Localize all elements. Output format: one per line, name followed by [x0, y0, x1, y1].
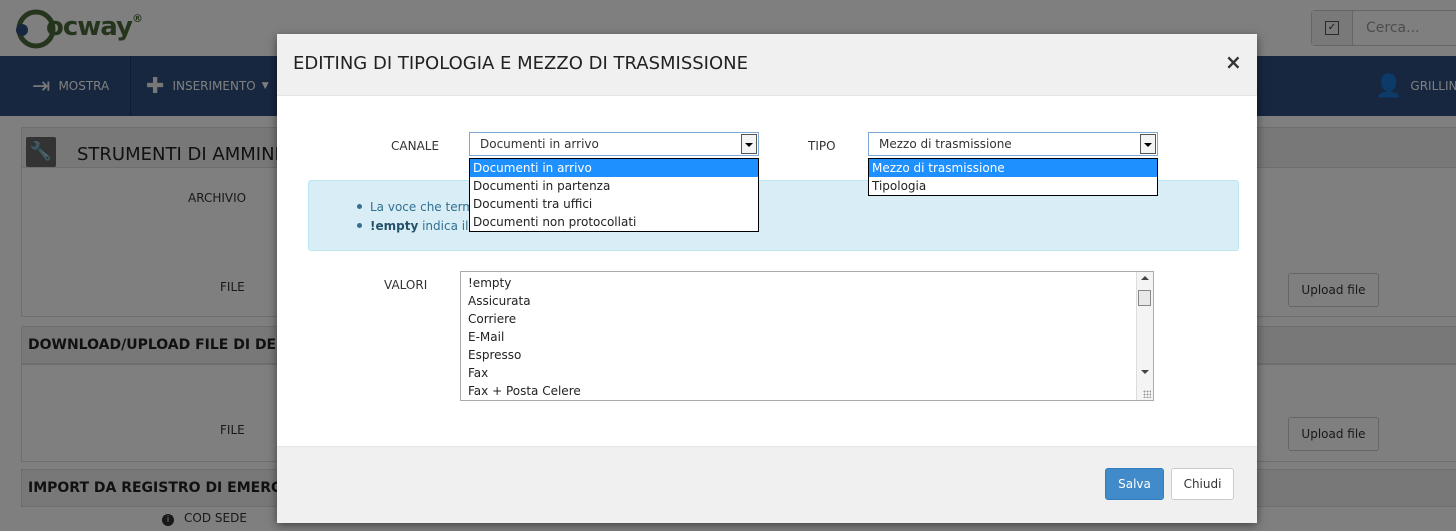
tipo-option[interactable]: Tipologia [869, 177, 1157, 195]
canale-option[interactable]: Documenti in arrivo [470, 159, 758, 177]
info-line: La voce che term [357, 200, 474, 214]
list-item[interactable]: Fax [468, 366, 488, 380]
info-text: La voce che term [370, 200, 474, 214]
list-item[interactable]: E-Mail [468, 330, 504, 344]
info-keyword: !empty [370, 219, 419, 233]
valori-label: VALORI [384, 278, 428, 292]
list-item[interactable]: Fax + Posta Celere [468, 384, 581, 398]
info-line: !empty indica il v [357, 219, 479, 233]
list-item[interactable]: Espresso [468, 348, 521, 362]
canale-option[interactable]: Documenti tra uffici [470, 195, 758, 213]
close-icon[interactable]: × [1225, 50, 1242, 74]
canale-selected-value: Documenti in arrivo [480, 137, 599, 151]
scroll-thumb[interactable] [1138, 290, 1151, 306]
scroll-up-icon[interactable] [1141, 276, 1149, 280]
dropdown-arrow-icon[interactable] [741, 134, 757, 154]
resize-grip-icon[interactable] [1143, 390, 1151, 398]
save-button[interactable]: Salva [1105, 468, 1164, 500]
dropdown-arrow-icon[interactable] [1140, 134, 1156, 154]
listbox-scrollbar[interactable] [1136, 272, 1153, 400]
bullet-icon [357, 204, 362, 209]
close-button[interactable]: Chiudi [1171, 468, 1234, 500]
tipo-select[interactable]: Mezzo di trasmissione [868, 132, 1158, 156]
list-item[interactable]: Assicurata [468, 294, 531, 308]
modal-header: EDITING DI TIPOLOGIA E MEZZO DI TRASMISS… [277, 34, 1257, 96]
modal-title: EDITING DI TIPOLOGIA E MEZZO DI TRASMISS… [293, 53, 749, 74]
scroll-down-icon[interactable] [1141, 370, 1149, 374]
canale-select[interactable]: Documenti in arrivo [469, 132, 759, 156]
canale-option[interactable]: Documenti in partenza [470, 177, 758, 195]
list-item[interactable]: Corriere [468, 312, 516, 326]
canale-option[interactable]: Documenti non protocollati [470, 213, 758, 231]
valori-listbox[interactable]: !empty Assicurata Corriere E-Mail Espres… [460, 271, 1154, 401]
tipo-selected-value: Mezzo di trasmissione [879, 137, 1012, 151]
tipo-option[interactable]: Mezzo di trasmissione [869, 159, 1157, 177]
bullet-icon [357, 223, 362, 228]
edit-modal: EDITING DI TIPOLOGIA E MEZZO DI TRASMISS… [277, 34, 1257, 523]
list-item[interactable]: !empty [468, 276, 511, 290]
tipo-dropdown-list: Mezzo di trasmissione Tipologia [868, 158, 1158, 196]
canale-label: CANALE [391, 139, 440, 153]
tipo-label: TIPO [808, 139, 836, 153]
canale-dropdown-list: Documenti in arrivo Documenti in partenz… [469, 158, 759, 232]
